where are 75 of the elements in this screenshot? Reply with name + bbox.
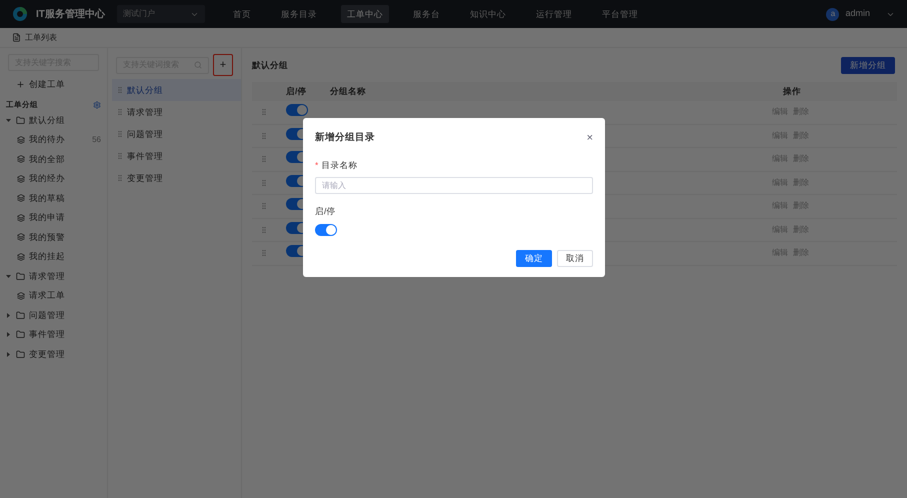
folder-icon [16,350,25,358]
column-header: 启/停 [286,85,308,98]
layers-icon [17,214,25,222]
nav-tab[interactable]: 运行管理 [530,5,578,23]
tree-folder[interactable]: 默认分组 [0,110,107,130]
folder-icon [16,330,25,339]
group-item[interactable]: 问题管理 [112,123,241,145]
search-icon [194,61,202,69]
drag-handle-icon [116,174,124,182]
tree-item[interactable]: 我的经办 [0,168,107,188]
drag-handle-icon[interactable] [260,226,268,234]
group-item[interactable]: 事件管理 [112,145,241,167]
folder-icon [16,310,25,320]
create-ticket-button[interactable]: 创建工单 [16,75,107,93]
tree-folder[interactable]: 事件管理 [0,324,107,344]
drag-handle-icon[interactable] [260,202,268,210]
drag-handle-icon [116,108,124,116]
layers-icon [17,136,25,144]
add-group-button[interactable]: + [213,54,233,76]
toggle-switch[interactable] [315,224,337,236]
layers-icon [17,174,25,182]
user-name[interactable]: admin [845,7,870,21]
tree-item[interactable]: 我的挂起 [0,246,107,266]
name-input[interactable]: 请输入 [315,177,593,194]
nav-tab[interactable]: 平台管理 [596,5,644,23]
tree-item[interactable]: 我的全部 [0,149,107,169]
required-mark: * [315,158,318,172]
drag-handle-icon[interactable] [260,249,268,258]
breadcrumb: 工单列表 [25,32,57,44]
tree-item[interactable]: 我的草稿 [0,188,107,208]
settings-icon[interactable] [93,100,101,109]
group-item[interactable]: 变更管理 [112,167,241,189]
tree-folder[interactable]: 请求管理 [0,266,107,286]
layers-icon [17,194,25,202]
add-group-button[interactable]: 新增分组 [841,56,895,74]
toggle-switch[interactable] [286,104,308,116]
layers-icon [17,292,25,300]
tree-folder[interactable]: 问题管理 [0,305,107,325]
cancel-button[interactable]: 取消 [557,250,593,267]
drag-handle-icon[interactable] [260,178,268,187]
drag-handle-icon[interactable] [260,132,268,140]
tree-item[interactable]: 我的申请 [0,208,107,228]
folder-icon [16,272,25,280]
drag-handle-icon [116,130,124,138]
nav-tab[interactable]: 服务台 [406,5,446,23]
drag-handle-icon[interactable] [260,155,268,164]
tree-item[interactable]: 请求工单 [0,286,107,306]
drag-handle-icon [116,152,124,160]
group-item[interactable]: 默认分组 [112,79,241,101]
layers-icon [17,155,25,163]
user-avatar[interactable]: a [826,8,840,20]
folder-icon [16,116,25,124]
column-header: 分组名称 [330,85,366,98]
logo-icon [12,6,28,22]
dialog-title: 新增分组目录 [315,131,375,146]
plus-icon [16,80,25,88]
drag-handle-icon [116,86,124,94]
main-title: 默认分组 [252,58,288,72]
nav-tab[interactable]: 首页 [226,5,257,23]
document-icon [12,33,21,42]
column-header: 操作 [783,85,801,98]
field-label: 目录名称 [321,158,358,172]
app-name: IT服务管理中心 [36,7,105,22]
close-button[interactable]: × [586,130,593,146]
drag-handle-icon[interactable] [260,108,268,116]
nav-tab[interactable]: 服务目录 [274,5,323,23]
nav-tab[interactable]: 知识中心 [464,5,512,23]
tree-folder[interactable]: 变更管理 [0,344,107,364]
confirm-button[interactable]: 确定 [516,250,552,267]
tree-item[interactable]: 我的预警 [0,227,107,247]
layers-icon [17,233,25,241]
group-item[interactable]: 请求管理 [112,101,241,123]
layers-icon [17,252,25,260]
nav-tab[interactable]: 工单中心 [340,5,389,23]
field-label: 启/停 [315,205,336,218]
